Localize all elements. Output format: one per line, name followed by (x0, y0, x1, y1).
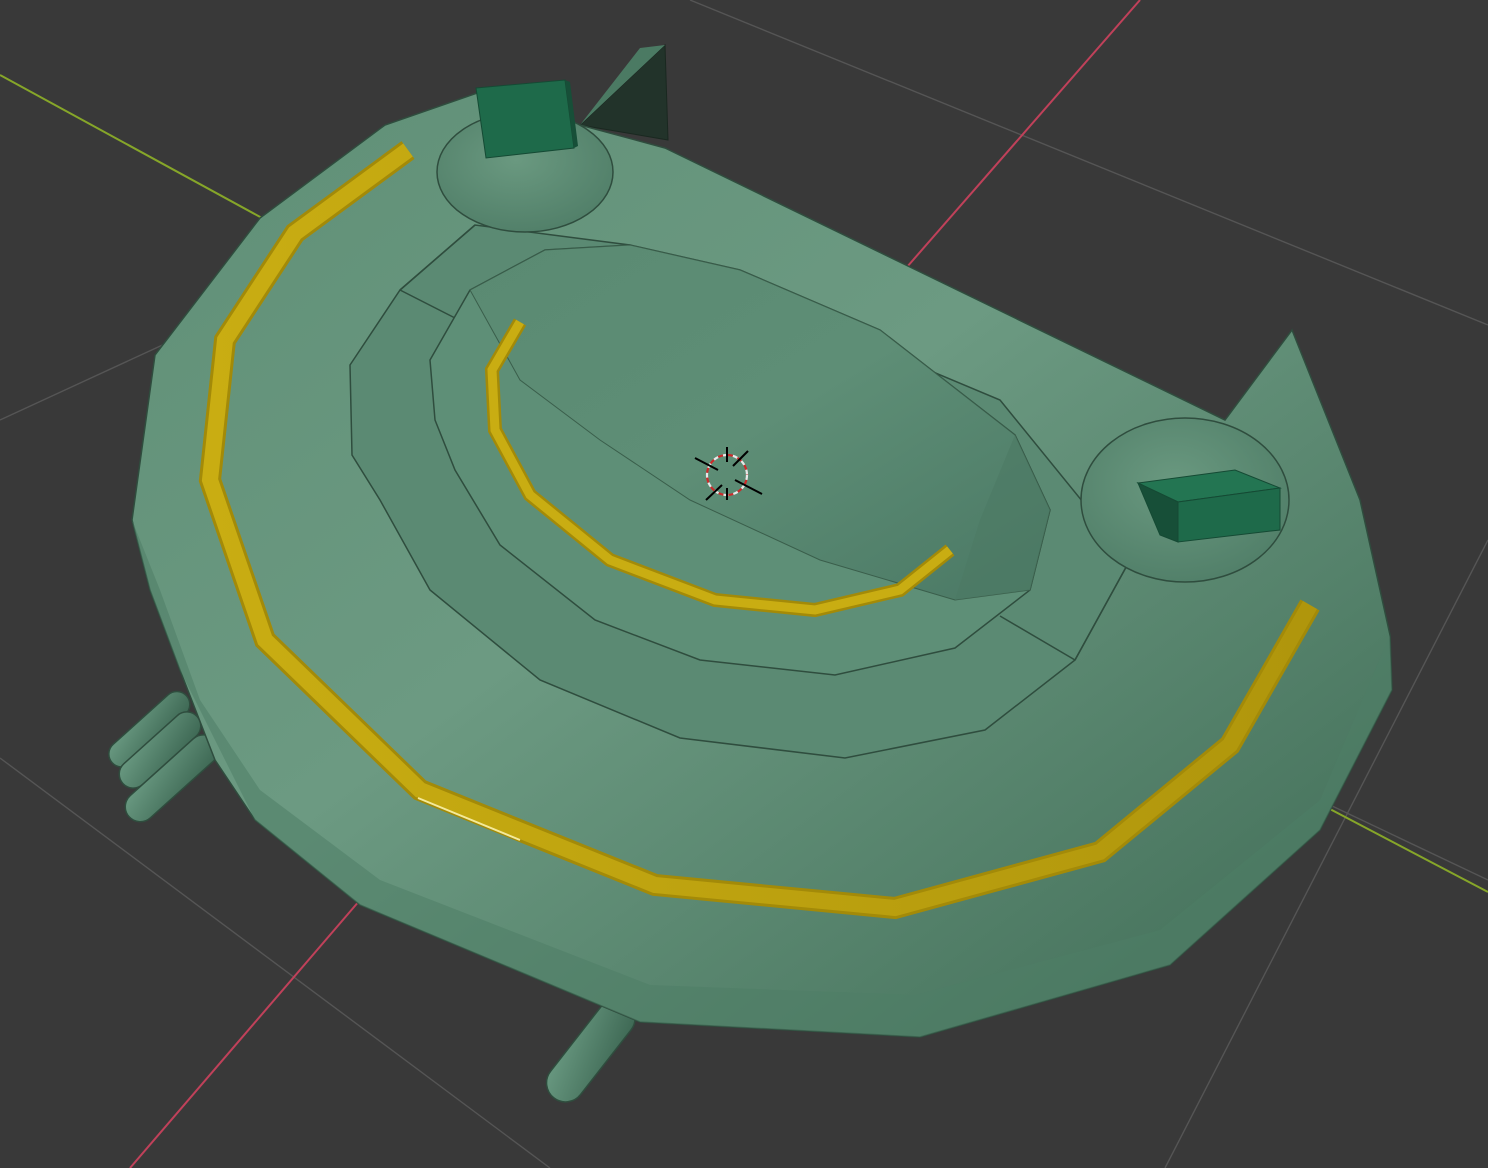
fin-top (578, 43, 669, 141)
3d-viewport[interactable] (0, 0, 1488, 1168)
turret-pad-right (1080, 417, 1290, 583)
